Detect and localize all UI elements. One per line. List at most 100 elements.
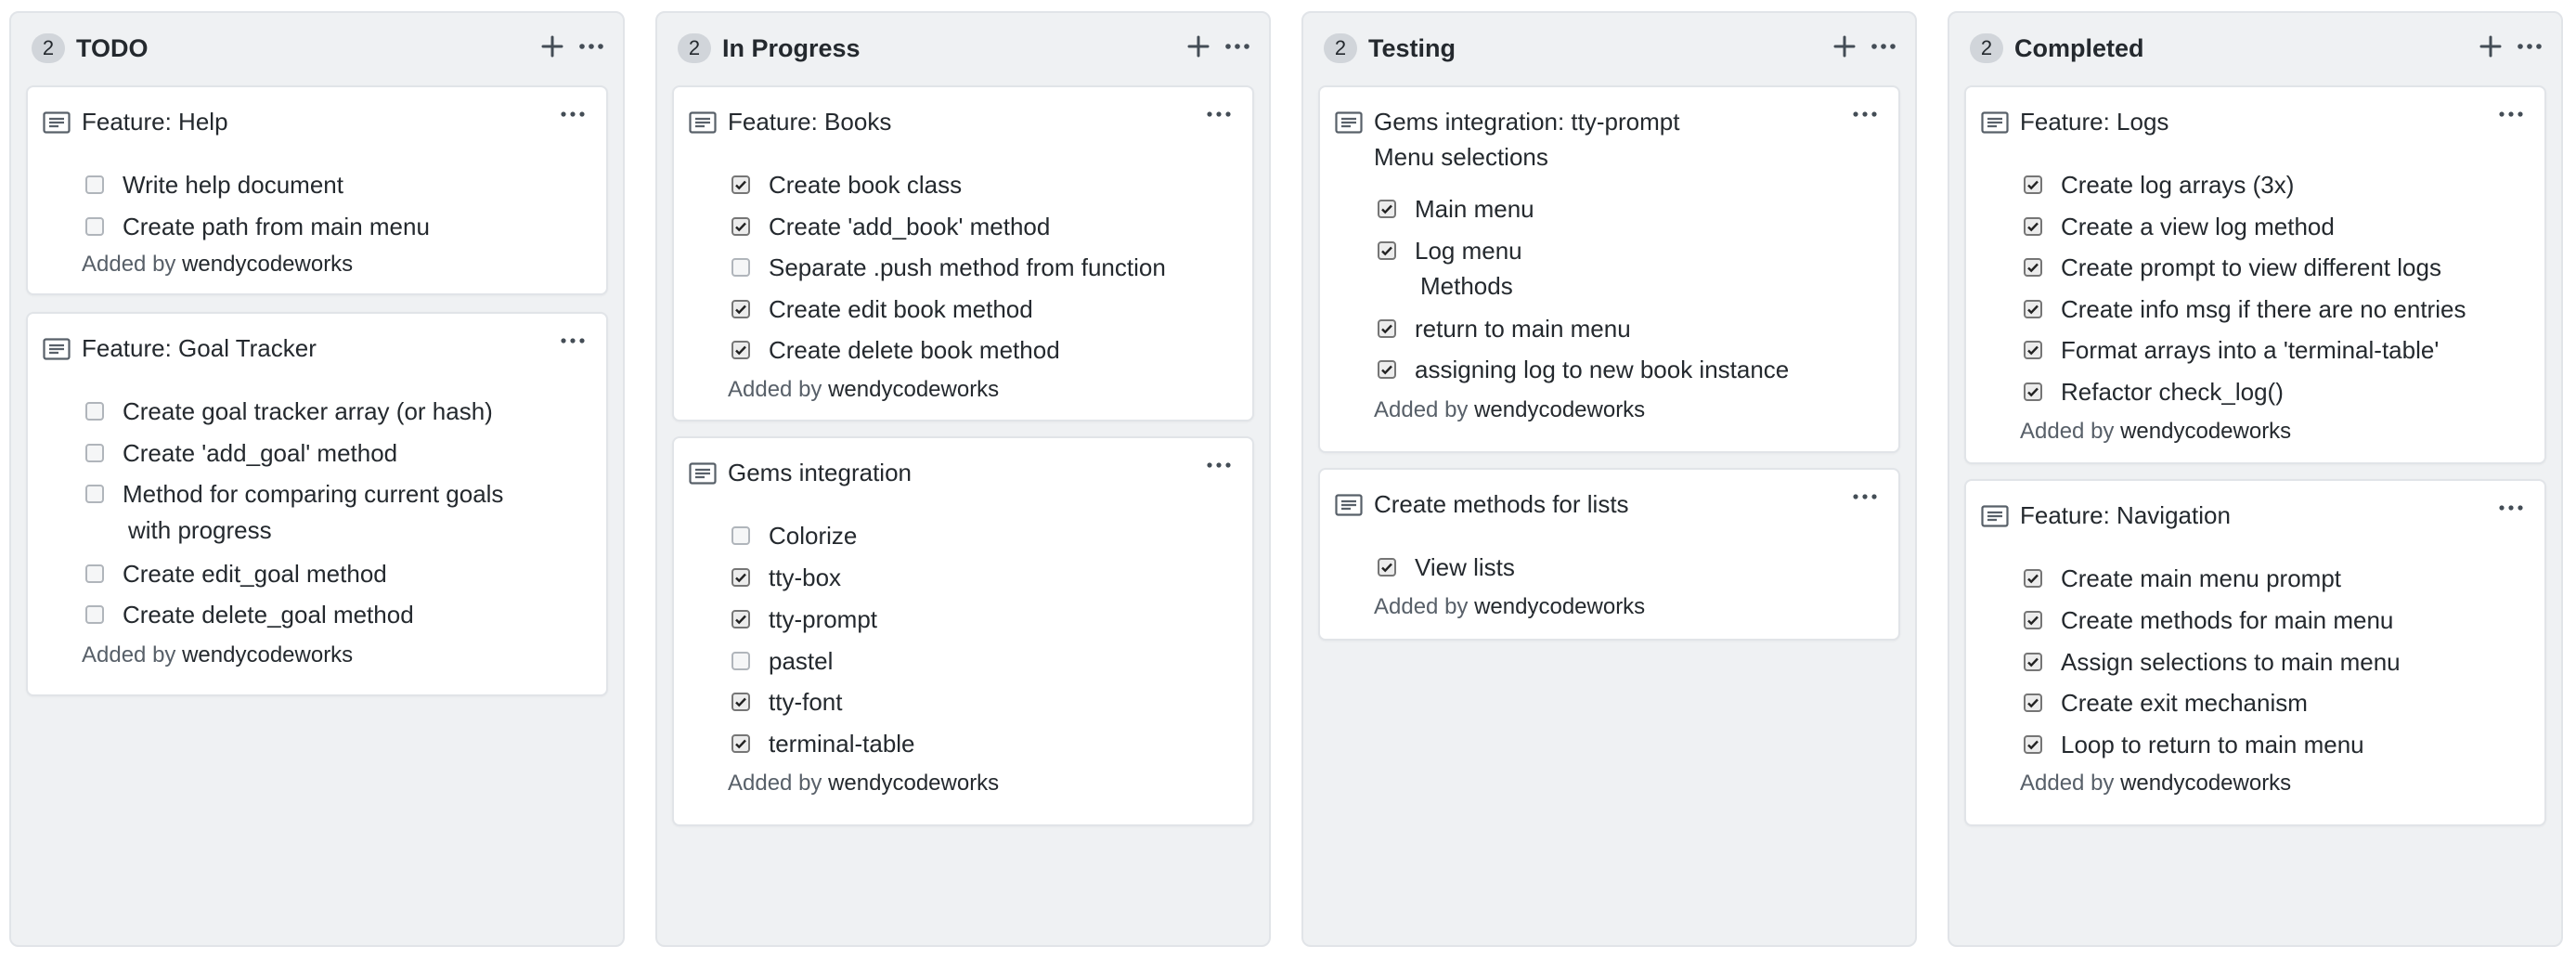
check-icon (2027, 740, 2039, 750)
card-title[interactable]: Feature: Books (728, 104, 1192, 139)
author-link[interactable]: wendycodeworks (828, 771, 999, 796)
task-checkbox[interactable] (85, 485, 104, 503)
task-checkbox[interactable] (731, 217, 750, 236)
kebab-icon[interactable] (556, 100, 589, 128)
task-checkbox[interactable] (2024, 300, 2042, 318)
task-checkbox[interactable] (2024, 341, 2042, 359)
task-checkbox[interactable] (2024, 653, 2042, 671)
task-checkbox[interactable] (1378, 319, 1396, 338)
task-label: Create delete_goal method (123, 601, 414, 629)
card-title[interactable]: Create methods for lists (1374, 486, 1838, 522)
kebab-icon[interactable] (1202, 451, 1236, 479)
author-link[interactable]: wendycodeworks (182, 252, 353, 277)
issue-card[interactable]: Feature: Help Write help document Create… (26, 85, 608, 295)
task-checkbox[interactable] (2024, 258, 2042, 277)
author-link[interactable]: wendycodeworks (2120, 419, 2291, 444)
task-checkbox[interactable] (731, 526, 750, 545)
column-testing: 2 Testing Gems integration: tty-prompt M… (1301, 11, 1917, 947)
kebab-icon[interactable] (575, 30, 608, 63)
task-label: Colorize (769, 522, 858, 550)
issue-card[interactable]: Create methods for lists View lists Adde… (1318, 468, 1900, 641)
issue-card[interactable]: Gems integration: tty-prompt Menu select… (1318, 85, 1900, 453)
kebab-icon[interactable] (2513, 30, 2546, 63)
added-by: Added by wendycodeworks (82, 250, 353, 279)
column-title: In Progress (722, 34, 861, 62)
task-checkbox[interactable] (2024, 175, 2042, 194)
card-count-badge: 2 (678, 33, 711, 63)
card-title[interactable]: Feature: Goal Tracker (82, 330, 546, 366)
task-label: Main menu (1415, 195, 1534, 223)
task-label: Format arrays into a 'terminal-table' (2061, 336, 2440, 364)
check-icon (1381, 204, 1392, 214)
card-title[interactable]: Gems integration: tty-prompt (1374, 104, 1838, 139)
task-checkbox[interactable] (1378, 241, 1396, 260)
author-link[interactable]: wendycodeworks (2120, 771, 2291, 796)
task-checkbox[interactable] (85, 402, 104, 421)
note-icon (1335, 494, 1363, 516)
task-checkbox[interactable] (85, 564, 104, 583)
task-label: Create info msg if there are no entries (2061, 295, 2466, 323)
card-title[interactable]: Feature: Logs (2020, 104, 2484, 139)
task-checkbox[interactable] (731, 175, 750, 194)
task-label: Create goal tracker array (or hash) (123, 397, 493, 425)
author-link[interactable]: wendycodeworks (1474, 594, 1645, 619)
kebab-icon[interactable] (1848, 100, 1882, 128)
column-header: 2 TODO (11, 13, 623, 85)
task-checkbox[interactable] (2024, 382, 2042, 401)
task-label: Create 'add_book' method (769, 213, 1051, 240)
task-checkbox[interactable] (2024, 693, 2042, 712)
kebab-icon[interactable] (2494, 100, 2528, 128)
kebab-icon[interactable] (2494, 494, 2528, 522)
plus-icon[interactable] (1182, 30, 1215, 63)
kebab-icon[interactable] (556, 327, 589, 355)
author-link[interactable]: wendycodeworks (182, 642, 353, 667)
task-checkbox[interactable] (85, 605, 104, 624)
plus-icon[interactable] (536, 30, 569, 63)
card-title[interactable]: Feature: Navigation (2020, 498, 2484, 533)
issue-card[interactable]: Feature: Books Create book class Create … (672, 85, 1254, 421)
task-checkbox[interactable] (731, 300, 750, 318)
task-checkbox[interactable] (731, 734, 750, 753)
column-title: TODO (76, 34, 149, 62)
card-title[interactable]: Gems integration (728, 455, 1192, 490)
task-checkbox[interactable] (85, 175, 104, 194)
issue-card[interactable]: Feature: Goal Tracker Create goal tracke… (26, 312, 608, 696)
issue-card[interactable]: Gems integration Colorize tty-box tty-pr… (672, 436, 1254, 826)
task-checkbox[interactable] (731, 610, 750, 629)
author-link[interactable]: wendycodeworks (828, 377, 999, 402)
task-checkbox[interactable] (1378, 360, 1396, 379)
check-icon (735, 739, 746, 749)
task-label: tty-prompt (769, 605, 878, 633)
task-checkbox[interactable] (2024, 217, 2042, 236)
plus-icon[interactable] (2474, 30, 2507, 63)
issue-card[interactable]: Feature: Logs Create log arrays (3x) Cre… (1964, 85, 2546, 464)
task-label: Create a view log method (2061, 213, 2335, 240)
kebab-icon[interactable] (1202, 100, 1236, 128)
check-icon (2027, 222, 2039, 232)
note-icon (689, 462, 717, 485)
task-checkbox[interactable] (1378, 200, 1396, 218)
kebab-icon[interactable] (1848, 483, 1882, 511)
column-completed: 2 Completed Feature: Logs Create log arr… (1948, 11, 2563, 947)
issue-card[interactable]: Feature: Navigation Create main menu pro… (1964, 479, 2546, 826)
task-checkbox[interactable] (2024, 611, 2042, 629)
task-checkbox[interactable] (731, 258, 750, 277)
task-checkbox[interactable] (731, 652, 750, 670)
added-by-prefix: Added by (82, 642, 176, 667)
task-label: return to main menu (1415, 315, 1631, 343)
task-checkbox[interactable] (731, 568, 750, 587)
task-checkbox[interactable] (85, 217, 104, 236)
task-label: Assign selections to main menu (2061, 648, 2401, 676)
task-checkbox[interactable] (731, 341, 750, 359)
author-link[interactable]: wendycodeworks (1474, 397, 1645, 422)
added-by: Added by wendycodeworks (1374, 395, 1645, 425)
task-checkbox[interactable] (1378, 558, 1396, 577)
card-title[interactable]: Feature: Help (82, 104, 546, 139)
kebab-icon[interactable] (1867, 30, 1900, 63)
kebab-icon[interactable] (1221, 30, 1254, 63)
task-checkbox[interactable] (731, 693, 750, 711)
task-checkbox[interactable] (85, 444, 104, 462)
task-checkbox[interactable] (2024, 735, 2042, 754)
plus-icon[interactable] (1828, 30, 1861, 63)
task-checkbox[interactable] (2024, 569, 2042, 588)
